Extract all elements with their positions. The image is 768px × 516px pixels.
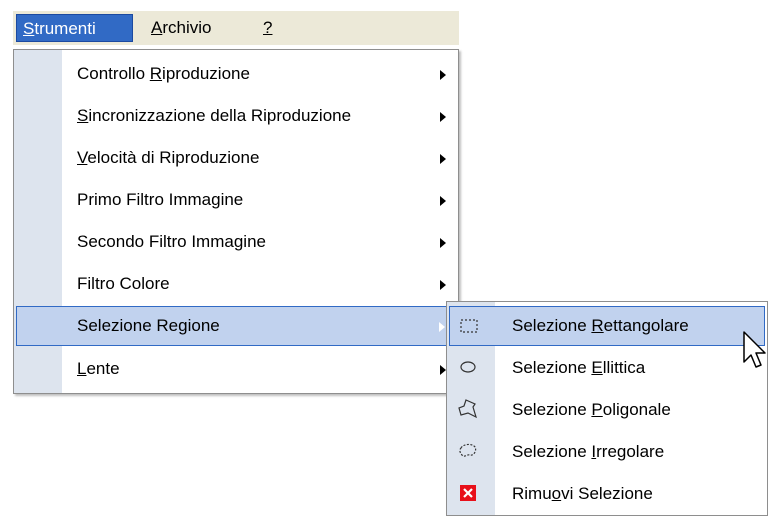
menu-item-secondo-filtro[interactable]: Secondo Filtro Immagine <box>16 222 456 262</box>
menu-archivio[interactable]: Archivio <box>145 14 217 42</box>
menu-item-primo-filtro[interactable]: Primo Filtro Immagine <box>16 180 456 220</box>
submenu-arrow-icon <box>440 70 446 80</box>
strumenti-menu: Controllo Riproduzione Sincronizzazione … <box>13 49 459 394</box>
submenu-arrow-icon <box>440 238 446 248</box>
menu-bar: Strumenti Archivio ? <box>13 11 459 45</box>
submenu-arrow-icon <box>440 196 446 206</box>
remove-selection-icon <box>457 482 479 504</box>
menu-item-controllo-riproduzione[interactable]: Controllo Riproduzione <box>16 54 456 94</box>
submenu-item-rimuovi[interactable]: Rimuovi Selezione <box>449 474 765 514</box>
submenu-item-poligonale[interactable]: Selezione Poligonale <box>449 390 765 430</box>
menu-item-selezione-regione[interactable]: Selezione Regione <box>16 306 456 346</box>
freeform-select-icon <box>457 440 479 462</box>
menu-item-sincronizzazione[interactable]: Sincronizzazione della Riproduzione <box>16 96 456 136</box>
rect-select-icon <box>458 315 480 337</box>
menu-strumenti[interactable]: Strumenti <box>16 14 133 42</box>
selezione-regione-submenu: Selezione Rettangolare Selezione Ellitti… <box>446 301 768 516</box>
submenu-arrow-icon <box>440 280 446 290</box>
submenu-item-rettangolare[interactable]: Selezione Rettangolare <box>449 306 765 346</box>
menu-item-lente[interactable]: Lente <box>16 349 456 389</box>
menu-help[interactable]: ? <box>257 14 278 42</box>
mouse-pointer-icon <box>743 331 766 368</box>
submenu-item-ellittica[interactable]: Selezione Ellittica <box>449 348 765 388</box>
menu-item-velocita[interactable]: Velocità di Riproduzione <box>16 138 456 178</box>
ellipse-select-icon <box>457 356 479 378</box>
menu-item-filtro-colore[interactable]: Filtro Colore <box>16 264 456 304</box>
submenu-arrow-icon <box>439 322 445 332</box>
submenu-arrow-icon <box>440 154 446 164</box>
submenu-arrow-icon <box>440 112 446 122</box>
submenu-item-irregolare[interactable]: Selezione Irregolare <box>449 432 765 472</box>
polygon-select-icon <box>457 398 479 420</box>
